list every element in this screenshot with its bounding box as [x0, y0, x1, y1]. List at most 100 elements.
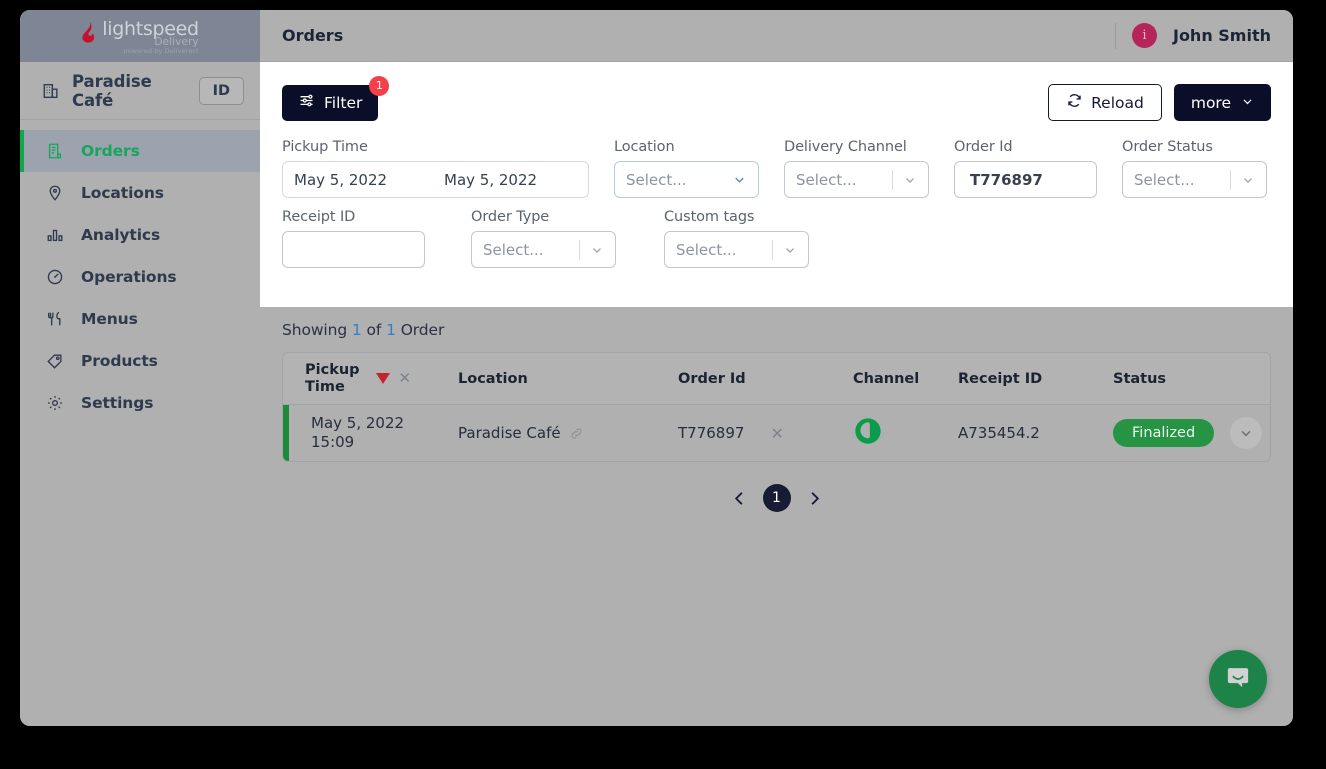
- sidebar-item-label: Orders: [81, 142, 140, 160]
- intercom-chat-icon: [1223, 662, 1253, 696]
- filter-toolbar: Filter 1 Reload more: [282, 75, 1271, 121]
- column-header-receipt-id[interactable]: Receipt ID: [958, 371, 1113, 387]
- pickup-date: May 5, 2022: [311, 414, 405, 433]
- row-expand-button[interactable]: [1230, 417, 1263, 449]
- location-select[interactable]: Select...: [614, 161, 759, 198]
- select-divider: [579, 239, 580, 260]
- pickup-time: 15:09: [311, 433, 355, 451]
- cutlery-icon: [45, 310, 65, 328]
- column-header-channel[interactable]: Channel: [853, 371, 958, 387]
- field-label: Order Type: [471, 209, 550, 225]
- filter-count-badge: 1: [369, 75, 390, 96]
- chevron-down-icon[interactable]: [903, 173, 917, 187]
- sidebar-item-operations[interactable]: Operations: [20, 256, 260, 298]
- table-row[interactable]: May 5, 2022 15:09 Paradise Café T776897 …: [283, 405, 1270, 461]
- column-header-location[interactable]: Location: [458, 371, 678, 387]
- orders-table: Pickup Time ✕ Location Order Id Channel …: [282, 352, 1271, 462]
- filter-row-2: Receipt ID Order Type Select... Custom t…: [282, 209, 1271, 268]
- pickup-time-line2: Time: [305, 378, 345, 395]
- field-order-id: Order Id T776897: [954, 139, 1097, 198]
- receipt-id-input[interactable]: [282, 231, 425, 268]
- sidebar-item-menus[interactable]: Menus: [20, 298, 260, 340]
- sidebar-item-orders[interactable]: Orders: [20, 130, 260, 172]
- chevron-down-icon[interactable]: [590, 243, 604, 257]
- select-divider: [892, 169, 893, 190]
- sidebar-item-label: Analytics: [81, 226, 161, 244]
- custom-tags-select[interactable]: Select...: [664, 231, 809, 268]
- sidebar-item-label: Products: [81, 352, 158, 370]
- filter-button[interactable]: Filter 1: [282, 75, 390, 121]
- chevron-down-icon[interactable]: [1241, 173, 1255, 187]
- field-receipt-id: Receipt ID: [282, 209, 425, 268]
- filter-panel: Filter 1 Reload more Pickup Time May 5, …: [260, 62, 1293, 307]
- toolbar-actions: Reload more: [1048, 84, 1271, 121]
- reload-button-label: Reload: [1091, 93, 1144, 112]
- map-pin-icon: [45, 184, 65, 202]
- link-icon[interactable]: [569, 426, 584, 441]
- sidebar-item-analytics[interactable]: Analytics: [20, 214, 260, 256]
- chevron-down-icon[interactable]: [783, 243, 797, 257]
- avatar[interactable]: i: [1131, 23, 1157, 48]
- top-header: Orders i John Smith: [260, 10, 1293, 62]
- field-delivery-channel: Delivery Channel Select...: [784, 139, 929, 198]
- chevron-down-icon: [1241, 94, 1254, 112]
- clear-sort-x-icon[interactable]: ✕: [399, 369, 412, 387]
- column-header-order-id[interactable]: Order Id: [678, 371, 853, 387]
- sidebar-nav: Orders Locations Analytics Operations Me…: [20, 120, 260, 424]
- order-id-value: T776897: [678, 424, 745, 442]
- pagination: 1: [282, 462, 1271, 534]
- chevron-down-icon[interactable]: [732, 172, 747, 187]
- store-selector[interactable]: Paradise Café ID: [20, 62, 260, 120]
- order-id-value: T776897: [970, 170, 1043, 189]
- deliverect-channel-icon: [853, 416, 883, 450]
- brand-logo[interactable]: lightspeed Delivery powered by Deliverec…: [20, 10, 260, 62]
- pickup-time-range-input[interactable]: May 5, 2022 May 5, 2022: [282, 161, 589, 198]
- main-content: Orders i John Smith Filter 1 Reload more…: [260, 10, 1293, 726]
- bar-chart-icon: [45, 226, 65, 244]
- column-header-pickup-time[interactable]: Pickup Time ✕: [283, 362, 458, 395]
- cell-status: Finalized: [1113, 417, 1270, 449]
- order-type-select[interactable]: Select...: [471, 231, 616, 268]
- showing-total: 1: [386, 321, 396, 339]
- page-title: Orders: [282, 26, 344, 45]
- custom-tags-select-value: Select...: [676, 240, 737, 259]
- field-label: Order Id: [954, 139, 1013, 155]
- refresh-icon: [1066, 92, 1083, 113]
- pagination-current-page[interactable]: 1: [762, 484, 791, 512]
- delivery-channel-select[interactable]: Select...: [784, 161, 929, 198]
- sidebar-item-products[interactable]: Products: [20, 340, 260, 382]
- chat-launcher-button[interactable]: [1209, 650, 1267, 708]
- order-id-input[interactable]: T776897: [954, 161, 1097, 198]
- app-window: lightspeed Delivery powered by Deliverec…: [20, 10, 1293, 726]
- location-name: Paradise Café: [458, 424, 561, 442]
- reload-button[interactable]: Reload: [1048, 84, 1162, 121]
- field-order-status: Order Status Select...: [1122, 139, 1267, 198]
- chevron-right-icon[interactable]: [805, 489, 824, 508]
- field-label: Receipt ID: [282, 209, 356, 225]
- column-header-status[interactable]: Status: [1113, 371, 1270, 387]
- orders-receipt-icon: [45, 142, 65, 160]
- sliders-icon: [298, 92, 315, 113]
- chevron-left-icon[interactable]: [730, 489, 749, 508]
- field-custom-tags: Custom tags Select...: [664, 209, 809, 268]
- table-header-row: Pickup Time ✕ Location Order Id Channel …: [283, 353, 1270, 405]
- more-button[interactable]: more: [1173, 84, 1271, 121]
- store-id-badge[interactable]: ID: [198, 76, 244, 105]
- sidebar-item-locations[interactable]: Locations: [20, 172, 260, 214]
- pickup-time-from[interactable]: May 5, 2022: [294, 171, 444, 189]
- field-label: Pickup Time: [282, 139, 368, 155]
- location-select-value: Select...: [626, 170, 687, 189]
- user-name[interactable]: John Smith: [1173, 26, 1271, 45]
- sidebar: lightspeed Delivery powered by Deliverec…: [20, 10, 260, 726]
- field-label: Delivery Channel: [784, 139, 907, 155]
- showing-count: 1: [351, 321, 362, 339]
- cell-order-id: T776897 ✕: [678, 424, 853, 443]
- select-divider: [1230, 169, 1231, 190]
- pickup-time-to[interactable]: May 5, 2022: [444, 171, 537, 189]
- sort-descending-triangle-icon[interactable]: [375, 373, 390, 384]
- delivery-channel-select-value: Select...: [796, 170, 857, 189]
- order-status-select[interactable]: Select...: [1122, 161, 1267, 198]
- sidebar-item-settings[interactable]: Settings: [20, 382, 260, 424]
- status-badge: Finalized: [1113, 419, 1215, 447]
- clear-x-icon[interactable]: ✕: [770, 424, 783, 443]
